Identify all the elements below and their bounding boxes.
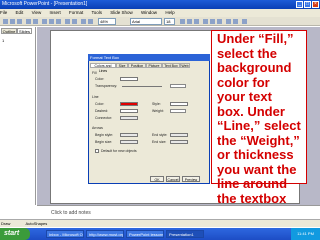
italic-icon[interactable] <box>187 19 192 24</box>
minimize-button[interactable]: _ <box>296 1 303 8</box>
align-right-icon[interactable] <box>217 19 222 24</box>
autoshapes-menu[interactable]: AutoShapes <box>25 221 47 226</box>
new-icon[interactable] <box>3 19 8 24</box>
insert-chart-icon[interactable] <box>81 19 86 24</box>
menu-file[interactable]: File <box>0 10 7 15</box>
draw-menu[interactable]: Draw <box>1 221 10 226</box>
cancel-button[interactable]: Cancel <box>166 176 180 182</box>
save-icon[interactable] <box>17 19 22 24</box>
begin-size-label: Begin size: <box>95 140 113 144</box>
print-icon[interactable] <box>26 19 31 24</box>
font-color-icon[interactable] <box>242 19 247 24</box>
drawing-toolbar: Draw AutoShapes <box>0 219 320 227</box>
dialog-title: Format Text Box <box>88 54 210 61</box>
task-presentation1[interactable]: Presentation1 <box>166 230 204 238</box>
begin-size-dropdown[interactable] <box>120 140 138 144</box>
align-center-icon[interactable] <box>210 19 215 24</box>
maximize-button[interactable]: □ <box>304 1 311 8</box>
tab-picture[interactable]: Picture <box>146 63 162 68</box>
menu-insert[interactable]: Insert <box>50 10 61 15</box>
align-left-icon[interactable] <box>203 19 208 24</box>
end-style-dropdown[interactable] <box>170 133 188 137</box>
redo-icon[interactable] <box>72 19 77 24</box>
insert-table-icon[interactable] <box>88 19 93 24</box>
undo-icon[interactable] <box>65 19 70 24</box>
style-dropdown[interactable] <box>170 102 188 106</box>
weight-label: Weight: <box>152 109 164 113</box>
bullets-icon[interactable] <box>233 19 238 24</box>
tab-web[interactable]: Web <box>180 63 190 68</box>
menu-bar: File Edit View Insert Format Tools Slide… <box>0 9 320 17</box>
fill-color-label: Color: <box>95 77 105 81</box>
transparency-field[interactable] <box>170 84 186 88</box>
fill-color-dropdown[interactable] <box>120 77 138 81</box>
instruction-callout: Under “Fill,” select the background colo… <box>211 30 307 220</box>
menu-window[interactable]: Window <box>141 10 157 15</box>
default-label: Default for new objects <box>101 149 137 153</box>
window-title: Microsoft PowerPoint - [Presentation1] <box>0 0 320 9</box>
slides-pane <box>0 27 36 205</box>
menu-view[interactable]: View <box>32 10 42 15</box>
zoom-select[interactable]: 48% <box>98 18 116 25</box>
default-checkbox[interactable] <box>95 149 99 153</box>
close-button[interactable]: × <box>312 1 319 8</box>
task-powerpoint-lessons[interactable]: PowerPoint lessons <box>126 230 164 238</box>
menu-edit[interactable]: Edit <box>16 10 24 15</box>
start-button[interactable]: start <box>0 228 30 240</box>
transparency-slider[interactable] <box>122 86 162 87</box>
line-color-label: Color: <box>95 102 105 106</box>
menu-format[interactable]: Format <box>69 10 83 15</box>
style-label: Style: <box>152 102 161 106</box>
task-outlook[interactable]: Inbox - Microsoft Out... <box>46 230 84 238</box>
tab-position[interactable]: Position <box>128 63 146 68</box>
tab-size[interactable]: Size <box>116 63 128 68</box>
notes-pane[interactable]: Click to add notes <box>37 205 320 219</box>
tab-colors-and-lines[interactable]: Colors and Lines <box>90 63 116 73</box>
menu-help[interactable]: Help <box>165 10 174 15</box>
slide-number: 1 <box>2 38 5 43</box>
task-browser[interactable]: http://www.most.org... <box>86 230 124 238</box>
begin-style-dropdown[interactable] <box>120 133 138 137</box>
menu-tools[interactable]: Tools <box>91 10 102 15</box>
bold-icon[interactable] <box>180 19 185 24</box>
cut-icon[interactable] <box>42 19 47 24</box>
connector-label: Connector: <box>95 116 113 120</box>
font-select[interactable]: Arial <box>130 18 162 25</box>
tab-outline[interactable]: Outline <box>1 28 17 34</box>
transparency-label: Transparency: <box>95 84 118 88</box>
end-size-dropdown[interactable] <box>170 140 188 144</box>
end-style-label: End style: <box>152 133 168 137</box>
underline-icon[interactable] <box>194 19 199 24</box>
menu-slide-show[interactable]: Slide Show <box>110 10 133 15</box>
arrows-section-label: Arrows <box>92 126 103 130</box>
preview-button[interactable]: Preview <box>182 176 200 182</box>
connector-dropdown[interactable] <box>120 116 138 120</box>
system-clock: 11:41 PM <box>291 228 320 240</box>
dashed-label: Dashed: <box>95 109 109 113</box>
end-size-label: End size: <box>152 140 167 144</box>
fill-section-label: Fill <box>92 71 97 75</box>
open-icon[interactable] <box>10 19 15 24</box>
tab-text-box[interactable]: Text Box <box>162 63 180 68</box>
begin-style-label: Begin style: <box>95 133 114 137</box>
ok-button[interactable]: OK <box>150 176 164 182</box>
spelling-icon[interactable] <box>33 19 38 24</box>
font-size-select[interactable]: 18 <box>164 18 175 25</box>
line-section-label: Line <box>92 95 99 99</box>
tab-slides[interactable]: Slides <box>17 28 32 34</box>
weight-field[interactable] <box>170 109 186 113</box>
paste-icon[interactable] <box>56 19 61 24</box>
numbering-icon[interactable] <box>226 19 231 24</box>
dashed-dropdown[interactable] <box>120 109 138 113</box>
line-color-dropdown[interactable] <box>120 102 138 106</box>
copy-icon[interactable] <box>49 19 54 24</box>
